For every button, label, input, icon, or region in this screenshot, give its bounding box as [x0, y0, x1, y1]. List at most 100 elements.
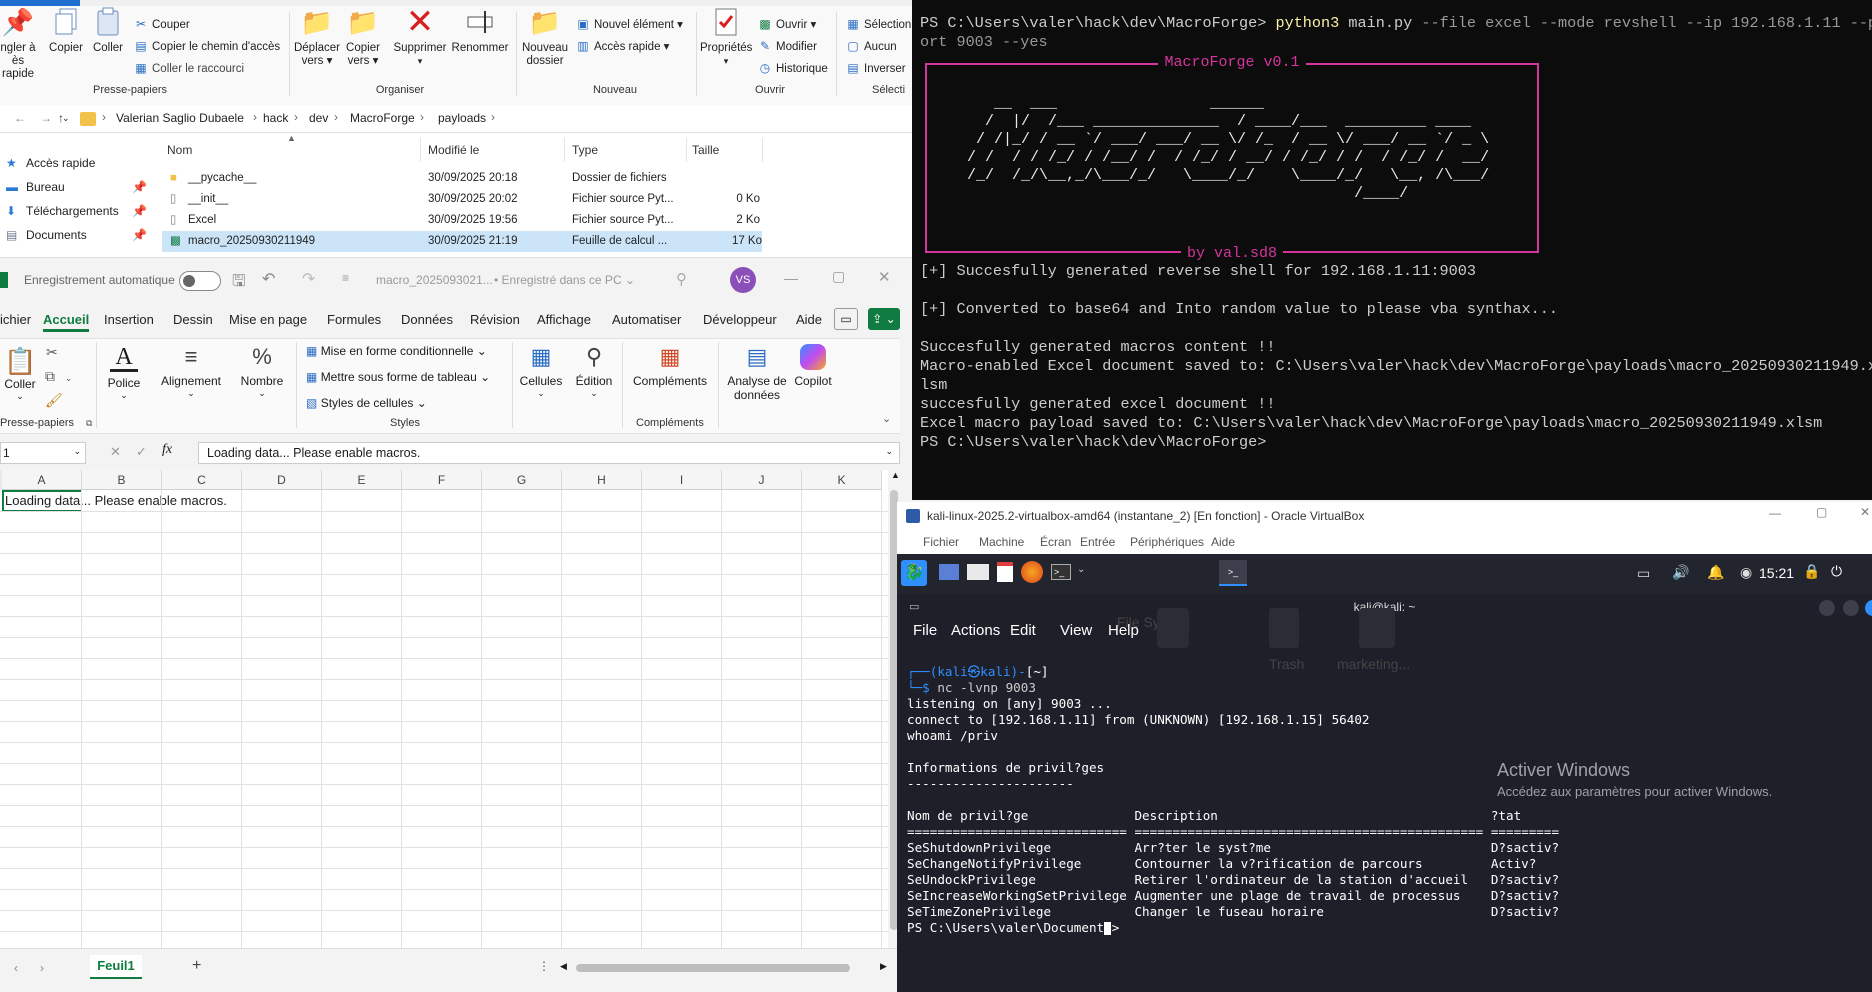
new-folder-button[interactable]: 📁 Nouveau dossier [520, 6, 570, 68]
select-none-button[interactable]: ▢ Aucun [846, 36, 896, 56]
number-format-button[interactable]: % Nombre ⌄ [234, 344, 290, 399]
power-icon[interactable]: ◉ [1740, 564, 1752, 581]
back-arrow-icon[interactable]: ← [14, 111, 26, 125]
up-icon[interactable]: ↑ [58, 111, 64, 125]
avatar[interactable]: VS [730, 267, 756, 293]
open-button[interactable]: ▩ Ouvrir ▾ [758, 14, 816, 34]
breadcrumb-item[interactable]: payloads [438, 111, 486, 125]
tab-view[interactable]: Affichage [537, 312, 591, 327]
column-header[interactable]: E [322, 470, 402, 490]
vbox-menu-input[interactable]: Entrée [1080, 535, 1115, 549]
invert-selection-button[interactable]: ▤ Inverser [846, 58, 905, 78]
rename-button[interactable]: Renommer [451, 6, 509, 55]
minimize-icon[interactable]: — [1769, 506, 1781, 520]
close-icon[interactable]: ✕ [878, 268, 891, 286]
breadcrumb-item[interactable]: dev [309, 111, 328, 125]
minimize-icon[interactable]: — [784, 270, 798, 286]
breadcrumb-item[interactable]: Valerian Saglio Dubaele [116, 111, 244, 125]
vbox-menu-help[interactable]: Aide [1211, 535, 1235, 549]
analyze-data-button[interactable]: ▤ Analyse de données [722, 344, 792, 402]
maximize-icon[interactable]: ▢ [832, 268, 845, 285]
save-icon[interactable]: 🖫 [232, 270, 246, 297]
file-manager-icon[interactable] [967, 564, 989, 580]
vbox-menu-view[interactable]: Écran [1040, 535, 1071, 549]
cell-a1[interactable]: Loading data... Please enable macros. [5, 493, 227, 508]
column-header[interactable]: B [82, 470, 162, 490]
cut-icon[interactable]: ✂ [46, 344, 58, 361]
share-button[interactable]: ⇪ ⌄ [868, 308, 900, 330]
terminal-minimize-icon[interactable] [1819, 600, 1835, 616]
column-header-modified[interactable]: Modifié le [428, 143, 479, 157]
firefox-icon[interactable] [1021, 561, 1043, 583]
desktop-icon[interactable] [939, 564, 959, 580]
bell-icon[interactable]: 🔔 [1707, 564, 1724, 581]
terminal-maximize-icon[interactable] [1843, 600, 1859, 616]
column-header[interactable]: J [722, 470, 802, 490]
properties-button[interactable]: Propriétés ▾ [700, 6, 752, 68]
confirm-formula-icon[interactable]: ✓ [136, 444, 147, 460]
column-header[interactable]: H [562, 470, 642, 490]
terminal-menu-view[interactable]: View [1060, 622, 1092, 639]
terminal-menu-file[interactable]: File [913, 622, 937, 639]
more-options-icon[interactable]: ⋮ [538, 959, 550, 973]
scroll-up-icon[interactable]: ▲ [891, 470, 900, 480]
display-icon[interactable]: ▭ [1637, 565, 1650, 582]
scroll-right-icon[interactable]: ▶ [880, 961, 887, 972]
column-header-type[interactable]: Type [572, 143, 598, 157]
new-item-button[interactable]: ▣ Nouvel élément ▾ [576, 14, 683, 34]
format-painter-icon[interactable]: 🖌 [45, 392, 63, 409]
edit-button[interactable]: ✎ Modifier [758, 36, 817, 56]
column-header[interactable]: D [242, 470, 322, 490]
tab-help[interactable]: Aide [796, 312, 822, 327]
add-sheet-icon[interactable]: + [192, 957, 201, 975]
close-icon[interactable]: ✕ [1860, 505, 1870, 519]
tab-automate[interactable]: Automatiser [612, 312, 681, 327]
column-header[interactable]: F [402, 470, 482, 490]
terminal-icon[interactable]: >_ [1051, 564, 1071, 580]
terminal-menu-help[interactable]: Help [1108, 622, 1139, 639]
copilot-button[interactable]: Copilot [788, 344, 838, 388]
delete-button[interactable]: ✕ Supprimer ▾ [392, 5, 448, 68]
column-header[interactable]: G [482, 470, 562, 490]
breadcrumb-item[interactable]: hack [263, 111, 288, 125]
name-box[interactable]: 1 ⌄ [0, 442, 86, 464]
insert-function-icon[interactable]: fx [162, 442, 172, 458]
paste-shortcut-button[interactable]: ▦ Coller le raccourci [134, 58, 244, 78]
sheet-tab[interactable]: Feuil1 [90, 955, 142, 979]
conditional-format-button[interactable]: ▦ Mise en forme conditionnelle ⌄ [306, 344, 487, 358]
tab-formulas[interactable]: Formules [327, 312, 381, 327]
column-header-size[interactable]: Taille [692, 143, 719, 157]
nav-documents[interactable]: ▤ Documents 📌 [6, 224, 147, 246]
column-header[interactable]: I [642, 470, 722, 490]
paste-button[interactable]: 📋 Coller ⌄ [4, 346, 36, 402]
editing-button[interactable]: ⚲ Édition ⌄ [572, 344, 616, 399]
vbox-menu-file[interactable]: Fichier [923, 535, 959, 549]
spreadsheet-grid[interactable]: ABCDEFGHIJK Loading data... Please enabl… [0, 470, 888, 948]
column-header-name[interactable]: Nom [167, 143, 192, 157]
nav-desktop[interactable]: ▬ Bureau 📌 [6, 176, 147, 198]
logout-icon[interactable]: ⏻ [1831, 563, 1842, 580]
tab-review[interactable]: Révision [470, 312, 520, 327]
column-header[interactable]: A [2, 470, 82, 490]
quick-access-dropdown[interactable]: ▥ Accès rapide ▾ [576, 36, 669, 56]
terminal-prompt[interactable]: PS C:\Users\valer\Documents> [907, 920, 1127, 936]
breadcrumb-item[interactable]: MacroForge [350, 111, 415, 125]
tab-draw[interactable]: Dessin [173, 312, 213, 327]
collapse-ribbon-icon[interactable]: ⌄ [882, 412, 891, 425]
pin-quick-access-button[interactable]: 📌 ngler à ès rapide [0, 6, 38, 81]
move-to-button[interactable]: 📁 Déplacer vers ▾ [292, 6, 342, 68]
tab-home[interactable]: Accueil [43, 312, 90, 332]
dialog-launcher-icon[interactable]: ⧉ [86, 418, 92, 429]
file-row[interactable]: ▯ __init__ 30/09/2025 20:02 Fichier sour… [160, 189, 762, 210]
cell-styles-button[interactable]: ▧ Styles de cellules ⌄ [306, 396, 427, 410]
redo-icon[interactable]: ↷ [302, 269, 315, 289]
terminal-menu-edit[interactable]: Edit [1010, 622, 1036, 639]
kali-menu-icon[interactable]: 🐉 [901, 560, 927, 586]
text-editor-icon[interactable] [997, 562, 1013, 582]
horizontal-scrollbar[interactable] [576, 964, 850, 972]
copy-button[interactable]: Copier [46, 6, 86, 55]
nav-quick-access[interactable]: ★ Accès rapide [6, 152, 95, 174]
paste-button[interactable]: Coller [88, 6, 128, 55]
copy-icon[interactable]: ⧉ ⌄ [45, 368, 72, 385]
search-icon[interactable]: ⚲ [676, 270, 687, 288]
